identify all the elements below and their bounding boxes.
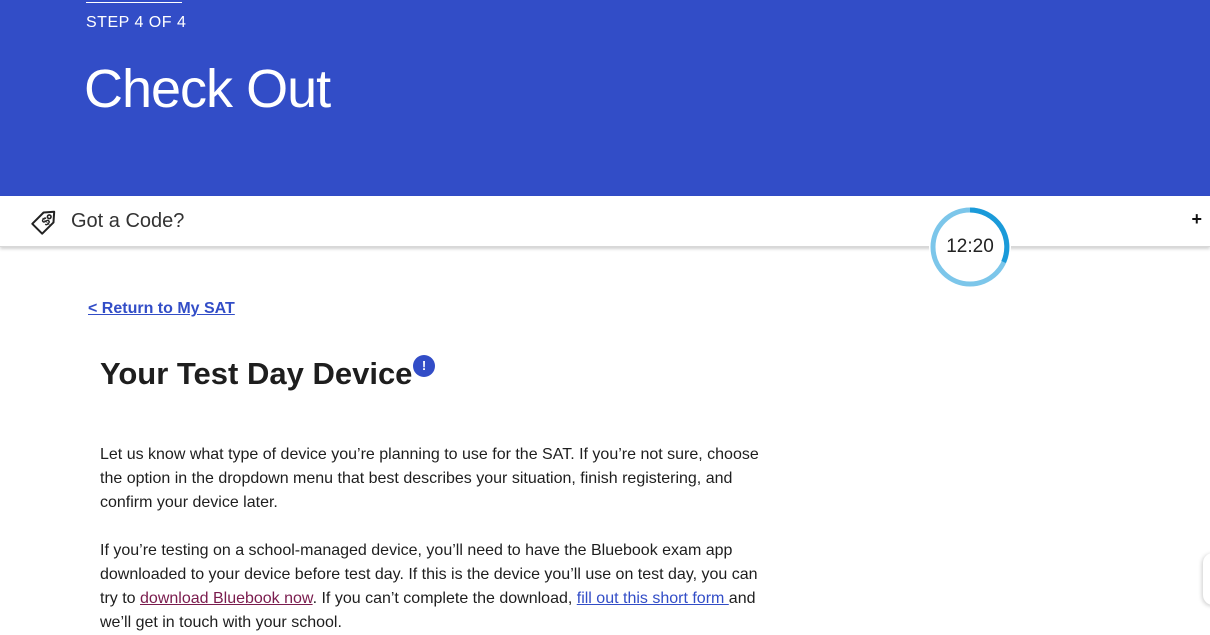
checkout-header: STEP 4 OF 4 Check Out xyxy=(0,0,1210,196)
bluebook-text-2: . If you can’t complete the download, xyxy=(312,590,577,607)
price-tag-dollar-icon: $ xyxy=(26,202,64,240)
side-feedback-tab[interactable] xyxy=(1203,553,1210,605)
download-bluebook-link[interactable]: download Bluebook now xyxy=(140,590,313,607)
expand-plus-icon[interactable]: + xyxy=(1191,209,1202,230)
timer-value: 12:20 xyxy=(946,236,994,257)
section-title: Your Test Day Device xyxy=(100,356,413,391)
step-indicator: STEP 4 OF 4 xyxy=(86,14,187,31)
session-timer: 12:20 xyxy=(929,206,1011,288)
return-to-my-sat-link[interactable]: < Return to My SAT xyxy=(88,300,235,318)
page-title: Check Out xyxy=(84,59,331,119)
step-divider xyxy=(86,2,182,3)
promo-code-label: Got a Code? xyxy=(71,210,185,232)
info-alert-icon[interactable]: ! xyxy=(413,355,435,377)
bluebook-paragraph: If you’re testing on a school-managed de… xyxy=(100,539,770,635)
device-intro-paragraph: Let us know what type of device you’re p… xyxy=(100,446,759,511)
short-form-link[interactable]: fill out this short form xyxy=(577,590,729,607)
promo-code-toggle[interactable]: $ Got a Code? + xyxy=(0,196,1210,247)
